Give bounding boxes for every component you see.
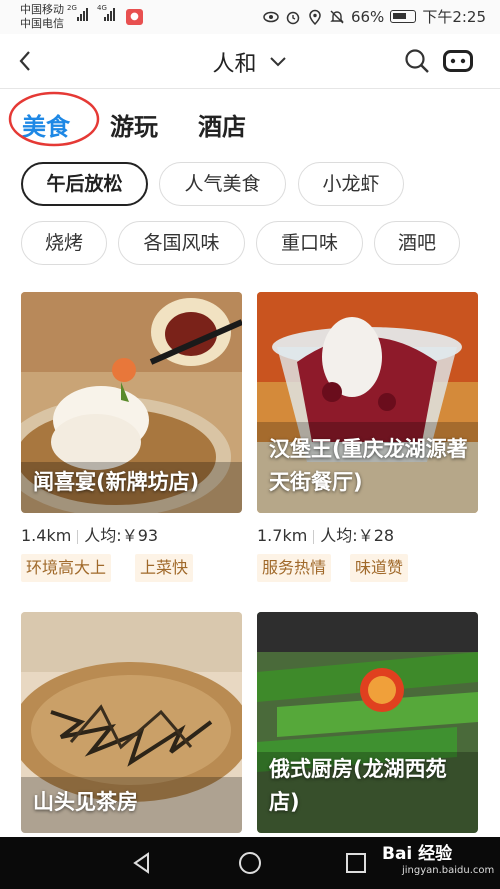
battery-icon xyxy=(390,10,417,23)
restaurant-meta: 1.7km 人均:￥28 xyxy=(257,522,394,546)
restaurant-photo: 俄式厨房(龙湖西苑店) xyxy=(257,612,478,833)
divider xyxy=(77,529,79,544)
restaurant-photo: 山头见茶房 xyxy=(21,612,242,833)
nav-home-icon[interactable] xyxy=(238,851,262,875)
feature-tag: 上菜快 xyxy=(135,554,194,582)
watermark-text: Bai 经验 xyxy=(382,844,453,864)
carrier-labels: 中国移动 中国电信 xyxy=(20,3,64,31)
chip-bar[interactable]: 酒吧 xyxy=(374,221,460,265)
watermark-url: jingyan.baidu.com xyxy=(402,865,495,876)
chevron-down-icon xyxy=(269,57,286,67)
category-tabs: 美食 游玩 酒店 xyxy=(0,89,500,151)
feature-tag: 味道赞 xyxy=(350,554,409,582)
clock: 下午2:25 xyxy=(422,8,486,26)
restaurant-name: 俄式厨房(龙湖西苑店) xyxy=(269,757,447,814)
restaurant-photo: 汉堡王(重庆龙湖源著天街餐厅) xyxy=(257,292,478,513)
status-right: 66% 下午2:25 xyxy=(263,6,486,27)
eye-icon xyxy=(263,11,279,22)
mute-bell-icon xyxy=(330,10,344,23)
restaurant-card[interactable]: 闻喜宴(新牌坊店) 1.4km 人均:￥93 环境高大上 上菜快 xyxy=(21,292,242,592)
location-icon xyxy=(309,9,321,25)
tab-hotel[interactable]: 酒店 xyxy=(198,107,246,142)
watermark: Bai 经验 jingyan.baidu.com xyxy=(382,843,494,877)
alarm-icon xyxy=(286,11,300,24)
nav-back-icon[interactable] xyxy=(130,851,154,875)
avg-price: 人均:￥93 xyxy=(84,526,159,545)
nav-bar: 人和 xyxy=(0,34,500,89)
restaurant-card[interactable]: 俄式厨房(龙湖西苑店) xyxy=(257,612,478,833)
mic-icon: ● xyxy=(126,9,143,25)
avg-price: 人均:￥28 xyxy=(320,526,395,545)
chip-strong-flavor[interactable]: 重口味 xyxy=(256,221,363,265)
feature-tag: 服务热情 xyxy=(257,554,332,582)
signal-icon xyxy=(77,8,88,21)
carrier-1: 中国移动 xyxy=(20,3,64,16)
restaurant-photo: 闻喜宴(新牌坊店) xyxy=(21,292,242,513)
distance: 1.7km xyxy=(257,526,308,545)
restaurant-card[interactable]: 山头见茶房 xyxy=(21,612,242,833)
search-icon[interactable] xyxy=(404,48,430,74)
chip-international[interactable]: 各国风味 xyxy=(118,221,245,265)
location-title: 人和 xyxy=(212,52,257,77)
chip-popular-food[interactable]: 人气美食 xyxy=(159,162,286,206)
system-nav-bar: Bai 经验 jingyan.baidu.com xyxy=(0,837,500,889)
battery-percent: 66% xyxy=(350,7,385,26)
carrier-2: 中国电信 xyxy=(20,17,64,30)
restaurant-name: 闻喜宴(新牌坊店) xyxy=(33,470,200,494)
robot-icon[interactable] xyxy=(443,50,473,72)
restaurant-name: 山头见茶房 xyxy=(33,790,138,814)
divider xyxy=(313,529,315,544)
restaurant-meta: 1.4km 人均:￥93 xyxy=(21,522,158,546)
signal-icon-2 xyxy=(104,8,115,21)
chip-bbq[interactable]: 烧烤 xyxy=(21,221,107,265)
network-type-1: 2G xyxy=(67,4,77,12)
restaurant-name: 汉堡王(重庆龙湖源著天街餐厅) xyxy=(269,437,468,494)
feature-tag: 环境高大上 xyxy=(21,554,112,582)
distance: 1.4km xyxy=(21,526,72,545)
status-bar: 中国移动 中国电信 2G 4G ● 66% 下午2:25 xyxy=(0,0,500,34)
nav-recents-icon[interactable] xyxy=(344,851,368,875)
tab-entertainment[interactable]: 游玩 xyxy=(110,107,158,142)
chip-afternoon-relax[interactable]: 午后放松 xyxy=(21,162,148,206)
restaurant-card[interactable]: 汉堡王(重庆龙湖源著天街餐厅) 1.7km 人均:￥28 服务热情 味道赞 xyxy=(257,292,478,592)
red-circle-annotation xyxy=(8,91,100,147)
chip-crayfish[interactable]: 小龙虾 xyxy=(298,162,404,206)
